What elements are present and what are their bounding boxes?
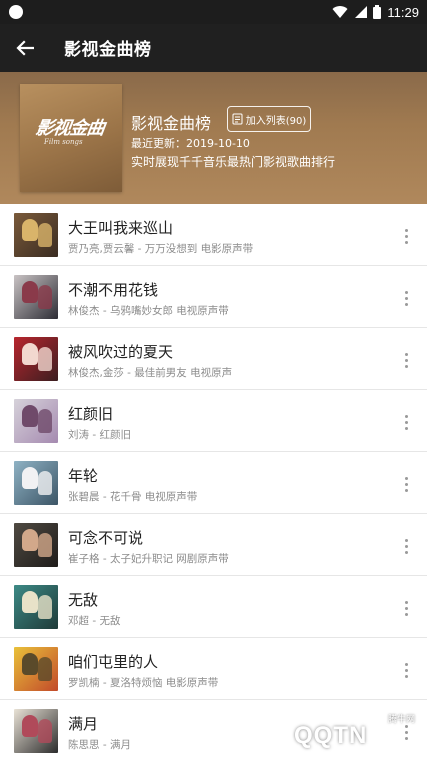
song-thumbnail — [14, 337, 58, 381]
cover-subtitle: Film songs — [44, 138, 83, 146]
song-thumbnail — [14, 213, 58, 257]
page-title: 影视金曲榜 — [64, 40, 152, 60]
last-updated: 最近更新：2019-10-10 — [131, 137, 250, 150]
song-row[interactable]: 大王叫我来巡山 贾乃亮,贾云馨 - 万万没想到 电影原声带 — [0, 204, 427, 266]
cover-title: 影视金曲 — [34, 118, 106, 139]
add-to-list-icon — [232, 113, 243, 125]
song-row[interactable]: 被风吹过的夏天 林俊杰,金莎 - 最佳前男友 电视原声 — [0, 328, 427, 390]
more-vertical-icon[interactable] — [399, 474, 413, 494]
song-title: 无敌 — [68, 591, 99, 609]
playlist-header: 影视金曲 Film songs 影视金曲榜 加入列表(90) 最近更新：2019… — [0, 72, 427, 204]
battery-icon — [373, 5, 382, 19]
more-vertical-icon[interactable] — [399, 660, 413, 680]
song-row[interactable]: 无敌 邓超 - 无敌 — [0, 576, 427, 638]
song-list: 大王叫我来巡山 贾乃亮,贾云馨 - 万万没想到 电影原声带 不潮不用花钱 林俊杰… — [0, 204, 427, 759]
song-meta: 陈思思 - 满月 — [68, 739, 131, 751]
back-button[interactable] — [12, 36, 38, 60]
more-vertical-icon[interactable] — [399, 598, 413, 618]
signal-icon — [355, 6, 368, 18]
watermark-small-text: 腾牛网 — [387, 715, 415, 725]
song-thumbnail — [14, 461, 58, 505]
add-to-list-button[interactable]: 加入列表(90) — [227, 106, 311, 132]
wifi-icon — [332, 6, 348, 19]
watermark-text: QQTN — [294, 722, 368, 749]
arrow-left-icon — [16, 40, 34, 56]
watermark-mark-icon — [259, 719, 293, 753]
song-row[interactable]: 不潮不用花钱 林俊杰 - 乌鸦嘴妙女郎 电视原声带 — [0, 266, 427, 328]
notification-dot-icon — [9, 5, 23, 19]
status-bar: 11:29 — [0, 0, 427, 24]
song-row[interactable]: 红颜旧 刘涛 - 红颜旧 — [0, 390, 427, 452]
song-title: 不潮不用花钱 — [68, 281, 159, 299]
song-title: 年轮 — [68, 467, 99, 485]
song-title: 咱们屯里的人 — [68, 653, 159, 671]
song-meta: 张碧晨 - 花千骨 电视原声带 — [68, 491, 198, 503]
watermark-logo: QQTN 腾牛网 — [258, 715, 423, 756]
playlist-description: 实时展现千千音乐最热门影视歌曲排行 — [131, 155, 336, 169]
song-thumbnail — [14, 399, 58, 443]
song-meta: 林俊杰,金莎 - 最佳前男友 电视原声 — [68, 367, 233, 379]
song-title: 大王叫我来巡山 — [68, 219, 174, 237]
add-to-list-label: 加入列表(90) — [245, 115, 307, 127]
app-bar: 影视金曲榜 — [0, 24, 427, 72]
song-meta: 罗凯楠 - 夏洛特烦恼 电影原声带 — [68, 677, 219, 689]
more-vertical-icon[interactable] — [399, 412, 413, 432]
song-title: 红颜旧 — [68, 405, 114, 423]
song-meta: 林俊杰 - 乌鸦嘴妙女郎 电视原声带 — [68, 305, 229, 317]
song-title: 满月 — [68, 715, 99, 733]
song-row[interactable]: 可念不可说 崔子格 - 太子妃升职记 网剧原声带 — [0, 514, 427, 576]
more-vertical-icon[interactable] — [399, 536, 413, 556]
more-vertical-icon[interactable] — [399, 226, 413, 246]
song-title: 可念不可说 — [68, 529, 144, 547]
song-meta: 崔子格 - 太子妃升职记 网剧原声带 — [68, 553, 229, 565]
song-row[interactable]: 年轮 张碧晨 - 花千骨 电视原声带 — [0, 452, 427, 514]
more-vertical-icon[interactable] — [399, 288, 413, 308]
playlist-name: 影视金曲榜 — [131, 114, 212, 133]
status-time: 11:29 — [387, 4, 419, 20]
song-thumbnail — [14, 709, 58, 753]
song-meta: 贾乃亮,贾云馨 - 万万没想到 电影原声带 — [68, 243, 254, 255]
playlist-cover: 影视金曲 Film songs — [20, 84, 122, 192]
song-thumbnail — [14, 523, 58, 567]
song-row[interactable]: 咱们屯里的人 罗凯楠 - 夏洛特烦恼 电影原声带 — [0, 638, 427, 700]
song-meta: 邓超 - 无敌 — [68, 615, 121, 627]
song-thumbnail — [14, 647, 58, 691]
song-meta: 刘涛 - 红颜旧 — [68, 429, 131, 441]
more-vertical-icon[interactable] — [399, 350, 413, 370]
song-thumbnail — [14, 275, 58, 319]
status-icons: 11:29 — [332, 3, 419, 21]
song-title: 被风吹过的夏天 — [68, 343, 174, 361]
song-thumbnail — [14, 585, 58, 629]
